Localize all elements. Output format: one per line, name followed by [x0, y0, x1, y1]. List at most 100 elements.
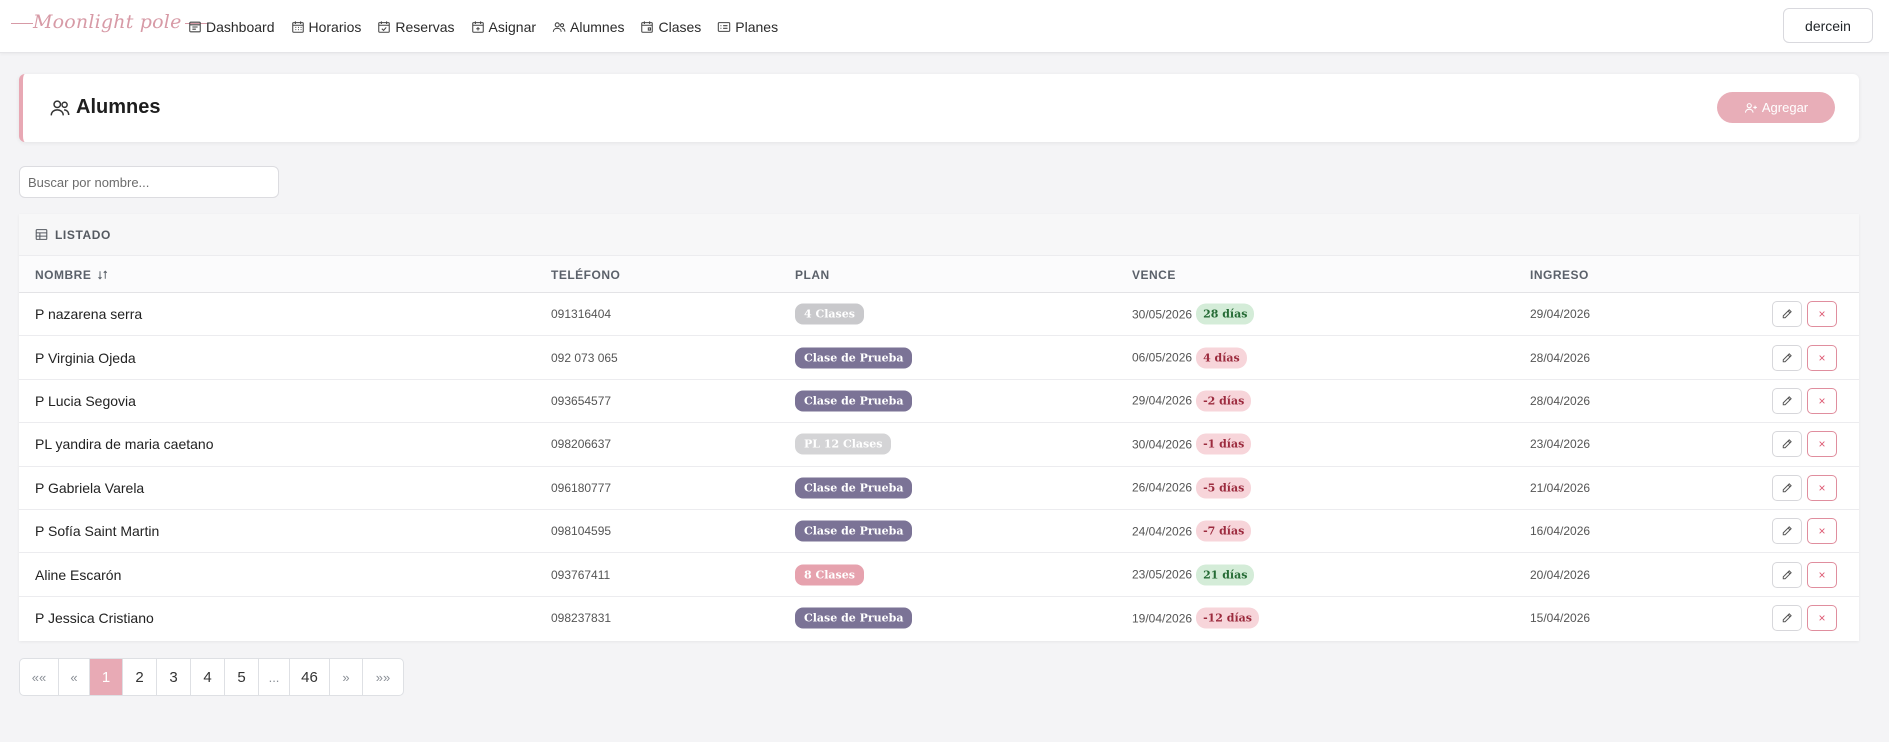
- row-actions: ×: [1767, 387, 1837, 414]
- delete-button[interactable]: ×: [1807, 431, 1837, 458]
- plan-cell: Clase de Prueba: [795, 347, 913, 369]
- join-date: 21/04/2026: [1530, 480, 1591, 495]
- pagination-item[interactable]: »»: [363, 659, 403, 695]
- delete-button[interactable]: ×: [1807, 387, 1837, 414]
- table-row: PL yandira de maria caetano 098206637 PL 1…: [19, 423, 1859, 467]
- expiry-date: 30/04/2026: [1132, 437, 1193, 452]
- edit-button[interactable]: [1772, 344, 1802, 371]
- pagination-item[interactable]: «: [59, 659, 90, 695]
- table-header: NOMBRE TELÉFONO PLAN VENCE INGRESO: [19, 256, 1859, 293]
- user-menu-button[interactable]: dercein: [1783, 8, 1873, 43]
- person-plus-icon: [1744, 102, 1757, 113]
- column-header-nombre[interactable]: NOMBRE: [35, 268, 109, 282]
- plan-badge: Clase de Prueba: [795, 520, 913, 542]
- days-remaining-badge: 28 días: [1196, 303, 1255, 325]
- students-table-card: LISTADO NOMBRE TELÉFONO PLAN VENCE INGRE…: [19, 214, 1859, 641]
- expiry-date: 26/04/2026: [1132, 480, 1193, 495]
- top-navbar: Moonlight pole Dashboard Horarios Reservas…: [0, 0, 1889, 53]
- delete-button[interactable]: ×: [1807, 301, 1837, 328]
- pagination-item[interactable]: 4: [191, 659, 225, 695]
- student-name: P Lucia Segovia: [35, 392, 136, 409]
- expiry-date: 23/05/2026: [1132, 567, 1193, 582]
- pagination-item[interactable]: 5: [225, 659, 259, 695]
- nav-item-alumnes[interactable]: Alumnes: [552, 19, 624, 35]
- edit-button[interactable]: [1772, 518, 1802, 545]
- close-icon: ×: [1818, 524, 1826, 539]
- expiry-date: 30/05/2026: [1132, 307, 1193, 322]
- card-header: LISTADO: [19, 214, 1859, 256]
- expiry-cell: 30/05/2026 28 días: [1132, 303, 1255, 325]
- student-phone: 098104595: [551, 524, 612, 539]
- pagination-item[interactable]: 1: [90, 659, 123, 695]
- student-phone: 098237831: [551, 611, 612, 626]
- student-name: PL yandira de maria caetano: [35, 436, 214, 453]
- delete-button[interactable]: ×: [1807, 561, 1837, 588]
- join-date: 29/04/2026: [1530, 307, 1591, 322]
- delete-button[interactable]: ×: [1807, 344, 1837, 371]
- expiry-cell: 24/04/2026 -7 días: [1132, 520, 1252, 542]
- pagination-item[interactable]: 2: [123, 659, 157, 695]
- student-phone: 096180777: [551, 480, 612, 495]
- nav-item-clases[interactable]: Clases: [640, 19, 701, 35]
- edit-button[interactable]: [1772, 474, 1802, 501]
- row-actions: ×: [1767, 474, 1837, 501]
- student-phone: 091316404: [551, 307, 612, 322]
- days-remaining-badge: -1 días: [1196, 433, 1252, 455]
- row-actions: ×: [1767, 518, 1837, 545]
- delete-button[interactable]: ×: [1807, 518, 1837, 545]
- nav-item-horarios[interactable]: Horarios: [291, 19, 361, 35]
- edit-button[interactable]: [1772, 387, 1802, 414]
- pencil-icon: [1782, 396, 1792, 406]
- student-name: P nazarena serra: [35, 306, 143, 323]
- plan-cell: Clase de Prueba: [795, 390, 913, 412]
- edit-button[interactable]: [1772, 561, 1802, 588]
- student-phone: 093654577: [551, 393, 612, 408]
- plan-badge: Clase de Prueba: [795, 390, 913, 412]
- table-row: Aline Escarón 093767411 8 Clases 23/05/2026…: [19, 553, 1859, 597]
- days-remaining-badge: -12 días: [1196, 607, 1259, 629]
- pagination-item[interactable]: 3: [157, 659, 191, 695]
- pencil-icon: [1782, 613, 1792, 623]
- close-icon: ×: [1818, 480, 1826, 495]
- days-remaining-badge: 21 días: [1196, 564, 1255, 586]
- nav-item-planes[interactable]: Planes: [717, 19, 778, 35]
- calendar-grid-icon: [291, 20, 304, 33]
- page-title: Alumnes: [49, 96, 160, 119]
- expiry-date: 24/04/2026: [1132, 524, 1193, 539]
- row-actions: ×: [1767, 344, 1837, 371]
- student-name: P Virginia Ojeda: [35, 349, 136, 366]
- expiry-cell: 23/05/2026 21 días: [1132, 564, 1255, 586]
- pagination-item[interactable]: »: [330, 659, 363, 695]
- days-remaining-badge: -5 días: [1196, 477, 1252, 499]
- close-icon: ×: [1818, 350, 1826, 365]
- plan-badge: 4 Clases: [795, 303, 864, 325]
- close-icon: ×: [1818, 611, 1826, 626]
- add-button-label: Agregar: [1761, 100, 1809, 115]
- close-icon: ×: [1818, 307, 1826, 322]
- edit-button[interactable]: [1772, 301, 1802, 328]
- edit-button[interactable]: [1772, 605, 1802, 632]
- nav-item-dashboard[interactable]: Dashboard: [188, 19, 275, 35]
- pagination-item[interactable]: 46: [290, 659, 330, 695]
- pagination-item[interactable]: ««: [20, 659, 59, 695]
- delete-button[interactable]: ×: [1807, 474, 1837, 501]
- pencil-icon: [1782, 526, 1792, 536]
- brand-logo[interactable]: Moonlight pole: [8, 11, 207, 33]
- days-remaining-badge: 4 días: [1196, 347, 1247, 369]
- add-student-button[interactable]: Agregar: [1717, 92, 1835, 123]
- calendar-check-icon: [378, 20, 391, 33]
- pencil-icon: [1782, 482, 1792, 492]
- expiry-cell: 29/04/2026 -2 días: [1132, 390, 1252, 412]
- nav-item-asignar[interactable]: Asignar: [471, 19, 536, 35]
- edit-button[interactable]: [1772, 431, 1802, 458]
- table-body: P nazarena serra 091316404 4 Clases 30/05/2…: [19, 293, 1859, 640]
- plan-cell: PL 12 Clases: [795, 433, 892, 455]
- card-title: LISTADO: [55, 227, 111, 242]
- search-input[interactable]: [19, 166, 279, 198]
- nav-item-reservas[interactable]: Reservas: [377, 19, 455, 35]
- delete-button[interactable]: ×: [1807, 605, 1837, 632]
- table-row: P Jessica Cristiano 098237831 Clase de Pru…: [19, 597, 1859, 640]
- pencil-icon: [1782, 309, 1792, 319]
- expiry-cell: 06/05/2026 4 días: [1132, 347, 1247, 369]
- pencil-icon: [1782, 569, 1792, 579]
